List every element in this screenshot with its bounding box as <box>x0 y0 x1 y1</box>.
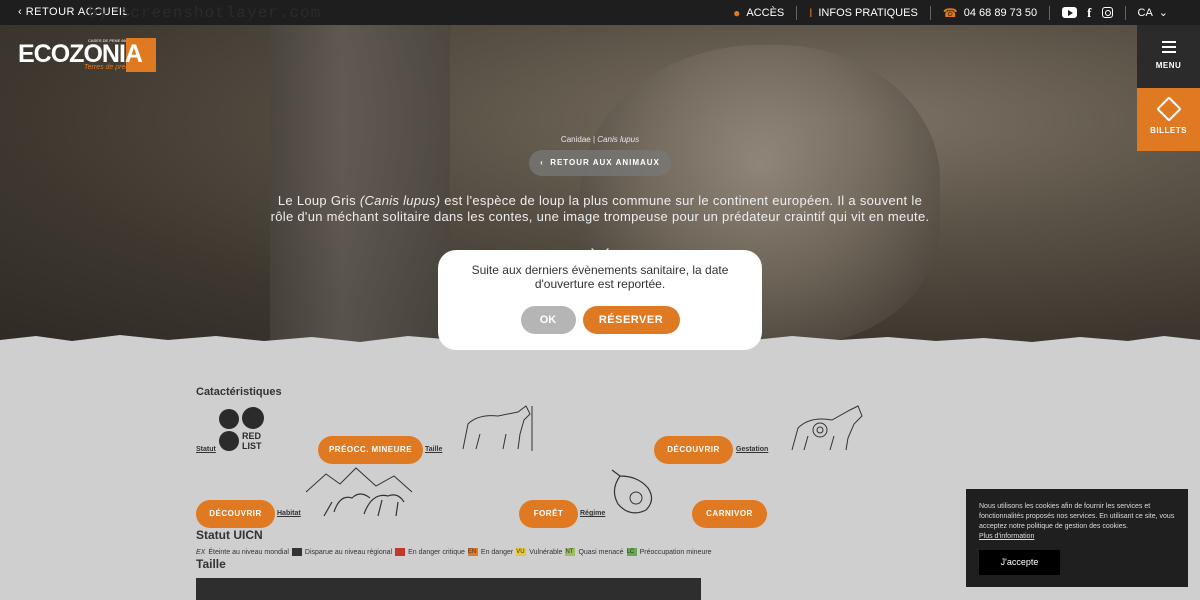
uicn-heading: Statut UICN <box>196 528 263 542</box>
legend-lc-label: Préoccupation mineure <box>639 548 712 556</box>
taxon-species: Canis lupus <box>597 135 640 144</box>
cookie-more-link[interactable]: Plus d'information <box>979 532 1175 542</box>
habitat-discover-button[interactable]: DÉCOUVRIR <box>196 500 275 528</box>
logo-location: CASES DE PENE 66 <box>88 38 126 43</box>
access-label: ACCÈS <box>746 6 785 19</box>
redlist-logo: RED LIST <box>219 407 267 453</box>
location-pin-icon: ● <box>733 5 741 20</box>
habitat-label: Habitat <box>277 510 301 517</box>
legend-vu-label: Vulnérable <box>529 548 563 556</box>
habitat-type-button[interactable]: FORÊT <box>519 500 578 528</box>
language-label: CA <box>1137 6 1153 19</box>
legend-re-swatch <box>291 548 302 556</box>
taille-discover-button[interactable]: DÉCOUVRIR <box>654 436 733 464</box>
legend-nt-swatch: NT <box>565 548 576 556</box>
access-link[interactable]: ● ACCÈS <box>721 5 798 20</box>
wolf-sketch-icon <box>462 405 533 451</box>
phone-number: 04 68 89 73 50 <box>963 6 1038 19</box>
watermark: by screenshotlayer.com <box>88 4 322 22</box>
site-logo[interactable]: ECOZONIA CASES DE PENE 66 Terres de préd… <box>18 38 158 72</box>
statut-button[interactable]: PRÉOCC. MINEURE <box>318 436 423 464</box>
legend-en-swatch: EN <box>467 548 478 556</box>
info-icon: ǀ <box>809 5 813 20</box>
ok-button[interactable]: OK <box>520 306 576 334</box>
taxonomy: Canidae | Canis lupus <box>0 135 1200 144</box>
characteristics-heading: Catactéristiques <box>196 386 282 398</box>
intro-latin: (Canis lupus) <box>359 193 441 208</box>
regime-button[interactable]: CARNIVOR <box>692 500 767 528</box>
tickets-label: BILLETS <box>1150 126 1187 135</box>
facebook-icon[interactable]: f <box>1087 5 1091 21</box>
back-to-animals-button[interactable]: ‹ RETOUR AUX ANIMAUX <box>529 150 671 176</box>
language-selector[interactable]: CA ⌄ <box>1126 6 1181 20</box>
taxon-family: Canidae | <box>560 135 596 144</box>
phone-link[interactable]: ☎ 04 68 89 73 50 <box>931 5 1051 20</box>
legend-ex-label: Éteinte au niveau mondial <box>208 548 289 556</box>
logo-tagline: Terres de prédateurs <box>84 64 149 71</box>
modal-message: Suite aux derniers évènements sanitaire,… <box>471 263 729 291</box>
top-bar: ‹ RETOUR ACCUEIL by screenshotlayer.com … <box>0 0 1200 25</box>
instagram-icon[interactable] <box>1101 7 1113 18</box>
cookie-banner: Nous utilisons les cookies afin de fourn… <box>966 489 1188 587</box>
ticket-icon <box>1155 96 1182 122</box>
size-illustration-panel <box>196 578 701 600</box>
hero-tree-image <box>270 25 450 345</box>
back-to-animals-label: RETOUR AUX ANIMAUX <box>550 158 660 167</box>
reserve-button[interactable]: RÉSERVER <box>582 306 680 334</box>
intro-name: Le Loup Gris <box>277 193 356 208</box>
practical-info-link[interactable]: ǀ INFOS PRATIQUES <box>797 5 931 20</box>
menu-button[interactable]: MENU <box>1137 25 1200 88</box>
forest-landscape-sketch-icon <box>305 467 413 517</box>
legend-en-label: En danger <box>480 548 514 556</box>
youtube-icon[interactable] <box>1062 7 1078 18</box>
legend-vu-swatch: VU <box>516 548 527 556</box>
cookie-text: Nous utilisons les cookies afin de fourn… <box>979 503 1175 530</box>
ham-bone-sketch-icon <box>611 469 653 514</box>
statut-label: Statut <box>196 446 216 453</box>
redlist-text: RED LIST <box>242 431 262 451</box>
uicn-legend: EX Éteinte au niveau mondial Disparue au… <box>196 548 712 556</box>
chevron-down-icon: ⌄ <box>1158 7 1168 19</box>
legend-ex-code: EX <box>196 548 206 556</box>
wolf-gestation-sketch-icon <box>791 405 863 451</box>
taille-label: Taille <box>425 446 443 453</box>
gestation-label: Gestation <box>736 446 769 453</box>
hamburger-icon <box>1161 41 1176 53</box>
menu-label: MENU <box>1155 61 1182 70</box>
practical-info-label: INFOS PRATIQUES <box>818 6 918 19</box>
phone-icon: ☎ <box>942 5 958 20</box>
taille-heading: Taille <box>196 557 226 571</box>
intro-text: Le Loup Gris (Canis lupus) est l'espèce … <box>270 193 930 225</box>
legend-cr-swatch <box>395 548 406 556</box>
announcement-modal: Suite aux derniers évènements sanitaire,… <box>438 250 762 350</box>
legend-cr-label: En danger critique <box>408 548 465 556</box>
regime-label: Régime <box>580 510 606 517</box>
legend-lc-swatch: LC <box>626 548 637 556</box>
cookie-accept-button[interactable]: J'accepte <box>979 550 1060 575</box>
legend-re-label: Disparue au niveau régional <box>304 548 393 556</box>
legend-nt-label: Quasi menacé <box>578 548 624 556</box>
